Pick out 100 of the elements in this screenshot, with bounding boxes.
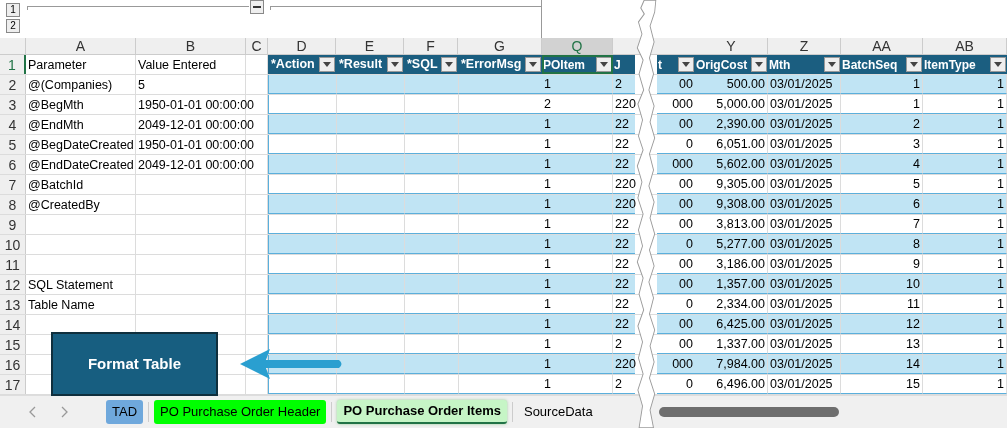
filter-dropdown-icon[interactable] [525, 57, 541, 72]
table-cell-text: 1 [544, 315, 551, 333]
outline-level-button[interactable]: 1 [6, 3, 20, 17]
parameter-cell: @EndMth [28, 118, 84, 132]
row-number[interactable]: 13 [0, 295, 26, 314]
table-cell [268, 315, 336, 334]
table-cell-text: 1 [913, 75, 920, 93]
column-header[interactable]: B [136, 38, 246, 54]
row-number[interactable]: 8 [0, 195, 26, 214]
table-cell-text: 1 [997, 255, 1004, 273]
row-number[interactable]: 1 [0, 55, 26, 74]
row-number[interactable]: 3 [0, 95, 26, 114]
header-label: *SQL [407, 56, 438, 74]
column-header[interactable]: Q [542, 38, 613, 54]
table-cell-text: 3,813.00 [716, 215, 765, 233]
filter-dropdown-icon[interactable] [441, 57, 457, 72]
row-number[interactable]: 11 [0, 255, 26, 274]
row-number[interactable]: 17 [0, 375, 26, 394]
table-cell-text: 03/01/2025 [770, 235, 833, 253]
table-cell-text: 1 [544, 275, 551, 293]
table-cell [336, 375, 404, 394]
table-cell [268, 135, 336, 154]
column-header[interactable]: E [336, 38, 404, 54]
table-cell [336, 155, 404, 174]
filter-dropdown-icon[interactable] [824, 57, 840, 72]
sheet-tab[interactable]: PO Purchase Order Header [154, 400, 327, 424]
table-cell-text: 1 [544, 75, 551, 93]
column-header[interactable]: Z [768, 38, 841, 54]
column-header[interactable]: D [268, 38, 336, 54]
header-label: ItemType [924, 56, 976, 74]
row-number[interactable]: 14 [0, 315, 26, 334]
header-label: POItem [543, 56, 585, 74]
table-cell-text: 1 [544, 195, 551, 213]
parameter-cell: Table Name [28, 298, 95, 312]
table-cell-text: 6,425.00 [716, 315, 765, 333]
column-header[interactable]: Y [695, 38, 768, 54]
table-cell [404, 195, 458, 214]
row-number[interactable]: 6 [0, 155, 26, 174]
filter-dropdown-icon[interactable] [906, 57, 922, 72]
row-number[interactable]: 16 [0, 355, 26, 374]
table-cell [268, 195, 336, 214]
collapse-icon[interactable] [250, 0, 264, 14]
table-cell-text: 2 [615, 335, 622, 353]
table-cell-text: 1 [997, 75, 1004, 93]
row-number[interactable]: 9 [0, 215, 26, 234]
table-cell-text: 00 [679, 275, 693, 293]
filter-dropdown-icon[interactable] [990, 57, 1006, 72]
table-cell [268, 215, 336, 234]
filter-dropdown-icon[interactable] [678, 57, 694, 72]
table-cell-text: 1 [997, 175, 1004, 193]
table-cell-text: 0 [686, 295, 693, 313]
row-number[interactable]: 10 [0, 235, 26, 254]
filter-dropdown-icon[interactable] [319, 57, 335, 72]
table-cell-text: 00 [679, 115, 693, 133]
header-label: *ErrorMsg [461, 56, 522, 74]
parameter-cell: SQL Statement [28, 278, 113, 292]
header-label: t [658, 56, 662, 74]
table-cell [336, 275, 404, 294]
header-label: BatchSeq [842, 56, 898, 74]
table-cell [268, 155, 336, 174]
row-number[interactable]: 12 [0, 275, 26, 294]
outline-level-button[interactable]: 2 [6, 19, 20, 33]
row-number[interactable]: 2 [0, 75, 26, 94]
table-cell [268, 235, 336, 254]
table-cell-text: 1 [544, 295, 551, 313]
filter-dropdown-icon[interactable] [596, 57, 612, 72]
table-cell-text: 1 [997, 315, 1004, 333]
value-cell: Value Entered [138, 58, 217, 72]
header-label: J [614, 56, 621, 74]
table-cell-text: 03/01/2025 [770, 375, 833, 393]
column-header[interactable]: F [404, 38, 458, 54]
column-header[interactable]: C [246, 38, 268, 54]
column-header[interactable]: AB [923, 38, 1007, 54]
table-cell-text: 9,305.00 [716, 175, 765, 193]
sheet-tab[interactable]: PO Purchase Order Items [337, 400, 507, 424]
filter-dropdown-icon[interactable] [751, 57, 767, 72]
row-number[interactable]: 15 [0, 335, 26, 354]
row-number[interactable]: 7 [0, 175, 26, 194]
table-cell-text: 2,334.00 [716, 295, 765, 313]
sheet-tab[interactable]: SourceData [517, 400, 599, 424]
value-cell: 2049-12-01 00:00:00 [138, 118, 255, 132]
table-cell-text: 14 [906, 355, 920, 373]
parameter-cell: @EndDateCreated [28, 158, 134, 172]
table-cell-text: 1 [997, 115, 1004, 133]
scrollbar-thumb[interactable] [658, 407, 839, 417]
row-number[interactable]: 5 [0, 135, 26, 154]
sheet-tab[interactable]: TAD [106, 400, 144, 424]
value-cell: 2049-12-01 00:00:00 [138, 158, 255, 172]
table-cell [404, 335, 458, 354]
table-cell-text: 03/01/2025 [770, 315, 833, 333]
header-label: Mth [769, 56, 791, 74]
table-cell-text: 1 [544, 335, 551, 353]
row-number[interactable]: 4 [0, 115, 26, 134]
parameter-cell: @(Companies) [28, 78, 113, 92]
column-header[interactable]: AA [841, 38, 923, 54]
filter-dropdown-icon[interactable] [387, 57, 403, 72]
format-table-button[interactable]: Format Table [51, 332, 218, 396]
table-cell-text: 12 [906, 315, 920, 333]
table-cell-text: 2 [615, 75, 622, 93]
column-header[interactable]: A [26, 38, 136, 54]
